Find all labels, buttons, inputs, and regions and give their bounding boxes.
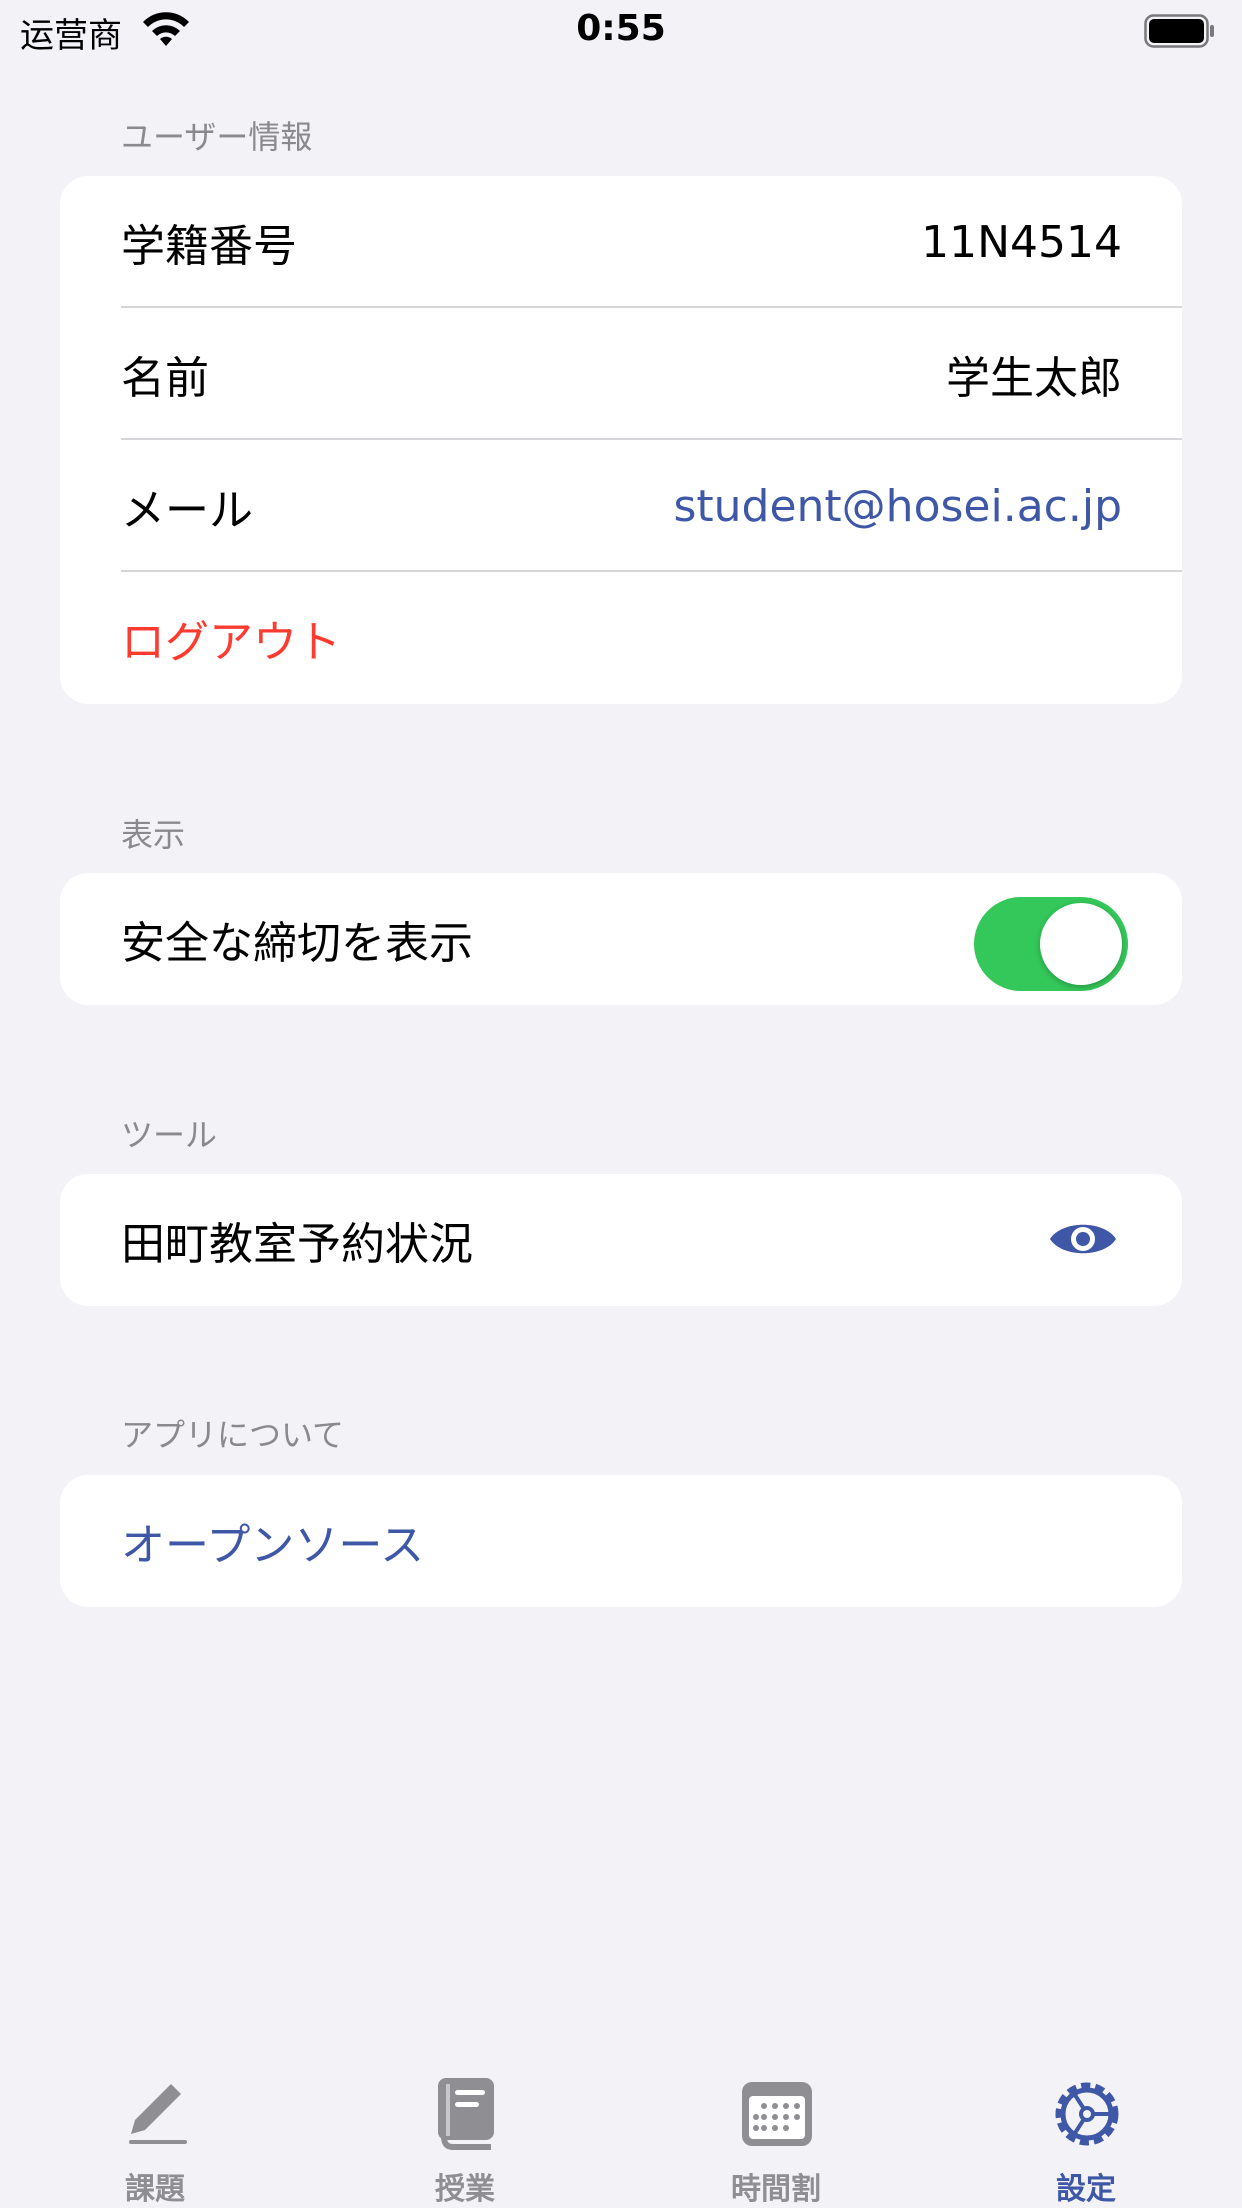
section-header-about: アプリについて bbox=[121, 1416, 345, 1454]
email-label: メール bbox=[121, 485, 253, 536]
tab-label: 授業 bbox=[435, 2172, 495, 2207]
eye-icon[interactable] bbox=[1048, 1214, 1118, 1264]
tab-settings[interactable]: 設定 bbox=[986, 2060, 1186, 2208]
open-source-link[interactable]: オープンソース bbox=[121, 1509, 424, 1573]
book-icon bbox=[438, 2078, 494, 2150]
section-header-display: 表示 bbox=[121, 816, 186, 854]
status-time: 0:55 bbox=[576, 8, 666, 49]
tab-label: 設定 bbox=[1056, 2172, 1116, 2207]
tools-card: 田町教室予約状況 bbox=[60, 1174, 1182, 1306]
email-link[interactable]: student@hosei.ac.jp bbox=[673, 481, 1122, 532]
gear-icon bbox=[1055, 2082, 1119, 2146]
safe-deadline-row: 安全な締切を表示 bbox=[60, 873, 1182, 1005]
tab-bar: 課題 授業 時間割 設定 bbox=[0, 2060, 1242, 2208]
user-info-card: 学籍番号 11N4514 名前 学生太郎 メール student@hosei.a… bbox=[60, 176, 1182, 704]
logout-row[interactable]: ログアウト bbox=[60, 572, 1182, 704]
about-card: オープンソース bbox=[60, 1475, 1182, 1607]
student-id-row: 学籍番号 11N4514 bbox=[60, 176, 1182, 308]
email-row: メール student@hosei.ac.jp bbox=[60, 440, 1182, 572]
safe-deadline-label: 安全な締切を表示 bbox=[121, 918, 473, 969]
tab-classes[interactable]: 授業 bbox=[365, 2060, 565, 2208]
settings-screen: 运营商 0:55 ユーザー情報 学籍番号 11N4514 名前 学生太郎 メール… bbox=[0, 0, 1242, 2208]
status-bar: 运营商 0:55 bbox=[0, 0, 1242, 62]
classroom-reservation-row[interactable]: 田町教室予約状況 bbox=[60, 1174, 1182, 1306]
tab-label: 時間割 bbox=[731, 2172, 821, 2207]
tab-label: 課題 bbox=[125, 2172, 185, 2207]
section-header-user-info: ユーザー情報 bbox=[121, 118, 313, 156]
classroom-reservation-label: 田町教室予約状況 bbox=[121, 1219, 473, 1270]
section-header-tools: ツール bbox=[121, 1116, 218, 1154]
display-card: 安全な締切を表示 bbox=[60, 873, 1182, 1005]
battery-icon bbox=[1144, 14, 1214, 48]
student-id-label: 学籍番号 bbox=[121, 221, 297, 272]
safe-deadline-toggle[interactable] bbox=[974, 897, 1128, 991]
name-value: 学生太郎 bbox=[946, 353, 1122, 404]
logout-button[interactable]: ログアウト bbox=[121, 606, 341, 670]
tab-assignments[interactable]: 課題 bbox=[55, 2060, 255, 2208]
name-row: 名前 学生太郎 bbox=[60, 308, 1182, 440]
student-id-value: 11N4514 bbox=[921, 216, 1122, 268]
calendar-icon bbox=[742, 2082, 812, 2146]
open-source-row[interactable]: オープンソース bbox=[60, 1475, 1182, 1607]
tab-timetable[interactable]: 時間割 bbox=[676, 2060, 876, 2208]
pencil-icon bbox=[129, 2084, 187, 2144]
toggle-knob bbox=[1040, 903, 1122, 985]
name-label: 名前 bbox=[121, 353, 209, 404]
